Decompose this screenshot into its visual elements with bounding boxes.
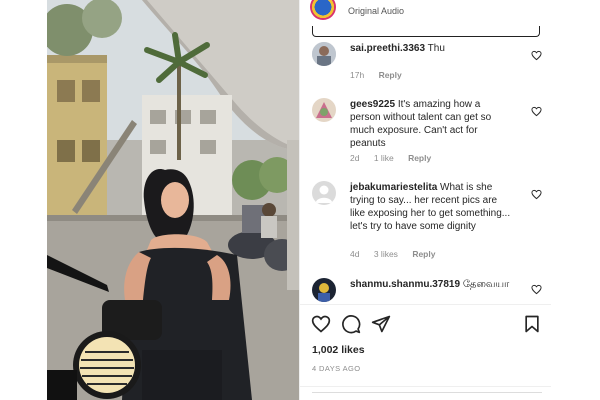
heart-outline-icon[interactable] [531, 189, 542, 200]
comment-time: 4d [350, 249, 360, 259]
comment-body: தேவையா [462, 279, 510, 290]
comment-username[interactable]: shanmu.shanmu.37819 [350, 279, 460, 290]
author-avatar[interactable] [310, 0, 336, 20]
comment-username[interactable]: sai.preethi.3363 [350, 43, 425, 54]
avatar[interactable] [312, 98, 336, 122]
post-media[interactable] [47, 0, 299, 400]
reply-button[interactable]: Reply [408, 153, 431, 163]
send-icon[interactable] [371, 314, 391, 334]
reply-button[interactable]: Reply [379, 70, 402, 80]
comment-text: shanmu.shanmu.37819 தேவையா [350, 278, 512, 291]
caption-box-edge [312, 26, 540, 37]
comment-text: gees9225 It's amazing how a person witho… [350, 98, 512, 150]
avatar[interactable] [312, 278, 336, 302]
audio-label[interactable]: Original Audio [348, 6, 404, 16]
comment-time: 17h [350, 70, 365, 80]
heart-outline-icon[interactable] [531, 106, 542, 117]
comment-time: 2d [350, 153, 360, 163]
comment-likes[interactable]: 3 likes [374, 249, 398, 259]
likes-count[interactable]: 1,002 likes [312, 344, 365, 356]
avatar[interactable] [312, 181, 336, 205]
bookmark-icon[interactable] [522, 314, 542, 334]
comment-icon[interactable] [341, 314, 361, 334]
comment-text: sai.preethi.3363 Thu [350, 42, 512, 55]
divider [300, 304, 551, 305]
comment-likes[interactable]: 1 like [374, 153, 394, 163]
add-comment-area[interactable] [312, 392, 542, 400]
video-frame-image [47, 0, 299, 400]
post-date: 4 DAYS AGO [312, 364, 361, 373]
avatar[interactable] [312, 42, 336, 66]
comment-username[interactable]: gees9225 [350, 99, 395, 110]
heart-icon[interactable] [311, 314, 331, 334]
comment-meta: 4d 3 likes Reply [350, 249, 447, 259]
divider [300, 386, 551, 387]
comments-panel: Original Audio sai.preethi.3363 Thu 17h … [299, 0, 551, 400]
comment-body: Thu [427, 43, 445, 54]
comment-meta: 17h Reply [350, 70, 414, 80]
comment-text: jebakumariestelita What is she trying to… [350, 181, 512, 233]
comment-meta: 2d 1 like Reply [350, 153, 443, 163]
comment-username[interactable]: jebakumariestelita [350, 182, 437, 193]
heart-outline-icon[interactable] [531, 50, 542, 61]
heart-outline-icon[interactable] [531, 284, 542, 295]
reply-button[interactable]: Reply [412, 249, 435, 259]
